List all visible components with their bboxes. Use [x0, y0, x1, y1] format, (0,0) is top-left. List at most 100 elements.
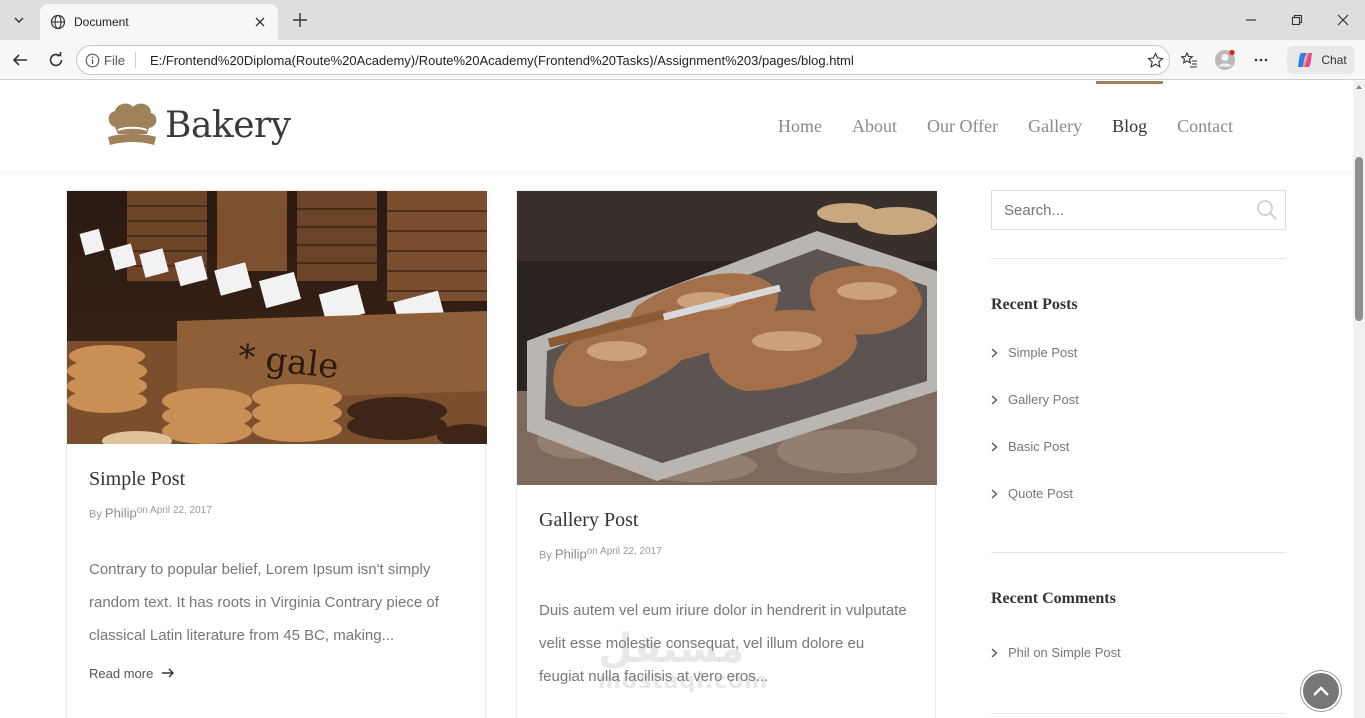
browser-tabstrip: Document [0, 0, 1365, 40]
post-excerpt: Contrary to popular belief, Lorem Ipsum … [89, 560, 439, 644]
recent-post-link[interactable]: Gallery Post [1008, 392, 1079, 407]
chevron-right-icon [991, 488, 998, 499]
recent-post-item[interactable]: Basic Post [991, 423, 1079, 470]
nav-item-blog[interactable]: Blog [1096, 81, 1164, 171]
comment-post-link[interactable]: Simple Post [1051, 645, 1120, 660]
site-info-button[interactable]: File [85, 52, 136, 68]
post-title[interactable]: Simple Post [89, 468, 463, 491]
watermark-logo: مستقل mostaql.com [598, 626, 769, 694]
recent-post-link[interactable]: Simple Post [1008, 345, 1077, 360]
post-date: on April 22, 2017 [136, 505, 212, 516]
new-tab-button[interactable] [288, 8, 312, 32]
post-title[interactable]: Gallery Post [539, 509, 913, 532]
post-meta: By Philipon April 22, 2017 [89, 505, 463, 521]
minimize-icon [1246, 19, 1256, 21]
refresh-icon [49, 52, 63, 67]
recent-comment-item: Phil on Simple Post [991, 629, 1121, 676]
browser-toolbar: File E:/Frontend%20Diploma(Route%20Acade… [0, 40, 1365, 80]
avatar-icon [1215, 49, 1235, 70]
sidebar-divider [991, 552, 1286, 553]
minimize-button[interactable] [1239, 8, 1263, 32]
recent-comments-list: Phil on Simple Post [991, 629, 1121, 676]
recent-posts-list: Simple Post Gallery Post Basic Post Quot… [991, 329, 1079, 517]
post-author-link[interactable]: Philip [105, 506, 137, 521]
post-by-label: By [539, 549, 552, 562]
restore-button[interactable] [1285, 8, 1309, 32]
page-viewport: Bakery Home About Our Offer Gallery Blog… [0, 81, 1365, 718]
logo-text: Bakery [165, 104, 291, 146]
search-button[interactable] [1249, 192, 1285, 228]
read-more-link[interactable]: Read more [89, 666, 463, 681]
chat-label: Chat [1321, 53, 1347, 67]
tab-close-button[interactable] [252, 14, 268, 30]
nav-item-home[interactable]: Home [778, 81, 822, 171]
recent-post-item[interactable]: Gallery Post [991, 376, 1079, 423]
site-logo[interactable]: Bakery [105, 101, 291, 149]
more-menu-button[interactable] [1247, 46, 1275, 74]
nav-item-about[interactable]: About [852, 81, 897, 171]
nav-item-our-offer[interactable]: Our Offer [927, 81, 998, 171]
recent-comments-title: Recent Comments [991, 590, 1116, 607]
chevron-down-icon [14, 17, 24, 23]
sidebar-divider [991, 713, 1286, 714]
read-more-label: Read more [89, 665, 154, 681]
arrow-right-icon [162, 668, 175, 678]
sidebar-divider [991, 258, 1286, 259]
scroll-thumb[interactable] [1355, 157, 1363, 321]
close-icon [1337, 14, 1349, 26]
close-icon [255, 17, 265, 27]
blog-post-card: * gale Simple Post By Philipon April 22,… [66, 190, 487, 718]
recent-post-item[interactable]: Quote Post [991, 470, 1079, 517]
comment-text: Phil on Simple Post [1008, 645, 1121, 660]
close-window-button[interactable] [1331, 8, 1355, 32]
search-box [991, 190, 1286, 230]
search-input[interactable] [1004, 201, 1249, 219]
globe-icon [50, 14, 66, 30]
page-scrollbar[interactable] [1353, 81, 1365, 718]
favorites-list-icon [1180, 51, 1197, 68]
recent-posts-title: Recent Posts [991, 296, 1078, 313]
recent-post-item[interactable]: Simple Post [991, 329, 1079, 376]
post-by-label: By [89, 508, 102, 521]
pastries-photo[interactable] [517, 191, 937, 485]
address-bar[interactable]: File E:/Frontend%20Diploma(Route%20Acade… [76, 45, 1170, 75]
nav-item-contact[interactable]: Contact [1177, 81, 1233, 171]
arrow-left-icon [12, 54, 27, 66]
comment-on: on [1033, 645, 1048, 660]
favorite-button[interactable] [1141, 46, 1169, 74]
chevron-right-icon [991, 441, 998, 452]
tab-title: Document [74, 15, 129, 29]
chevron-up-icon [1313, 686, 1329, 696]
comment-author: Phil [1008, 645, 1030, 660]
post-meta: By Philipon April 22, 2017 [539, 546, 913, 562]
favorites-button[interactable] [1175, 46, 1203, 74]
chevron-right-icon [991, 394, 998, 405]
post-date: on April 22, 2017 [586, 546, 662, 557]
browser-tab[interactable]: Document [40, 4, 278, 40]
refresh-button[interactable] [42, 46, 70, 74]
cookies-photo[interactable]: * gale [67, 191, 487, 444]
site-header: Bakery Home About Our Offer Gallery Blog… [0, 81, 1353, 171]
recent-post-link[interactable]: Basic Post [1008, 439, 1069, 454]
copilot-icon [1298, 53, 1313, 67]
chevron-right-icon [991, 647, 998, 658]
back-to-top-button[interactable] [1301, 671, 1341, 711]
address-prefix: File [104, 52, 125, 68]
recent-post-link[interactable]: Quote Post [1008, 486, 1073, 501]
chevron-right-icon [991, 347, 998, 358]
star-icon [1146, 51, 1164, 68]
tab-actions-button[interactable] [5, 6, 33, 34]
scroll-up-arrow[interactable] [1356, 85, 1362, 89]
plus-icon [293, 13, 307, 27]
back-button[interactable] [6, 46, 34, 74]
info-icon [85, 53, 100, 67]
restore-icon [1291, 14, 1303, 26]
nav-item-gallery[interactable]: Gallery [1028, 81, 1082, 171]
url-text[interactable]: E:/Frontend%20Diploma(Route%20Academy)/R… [150, 53, 1141, 68]
profile-button[interactable] [1211, 46, 1239, 74]
main-nav: Home About Our Offer Gallery Blog Contac… [763, 81, 1248, 171]
search-icon [1257, 200, 1277, 220]
post-author-link[interactable]: Philip [555, 547, 587, 562]
more-horizontal-icon [1254, 58, 1268, 62]
copilot-chat-button[interactable]: Chat [1287, 46, 1355, 74]
